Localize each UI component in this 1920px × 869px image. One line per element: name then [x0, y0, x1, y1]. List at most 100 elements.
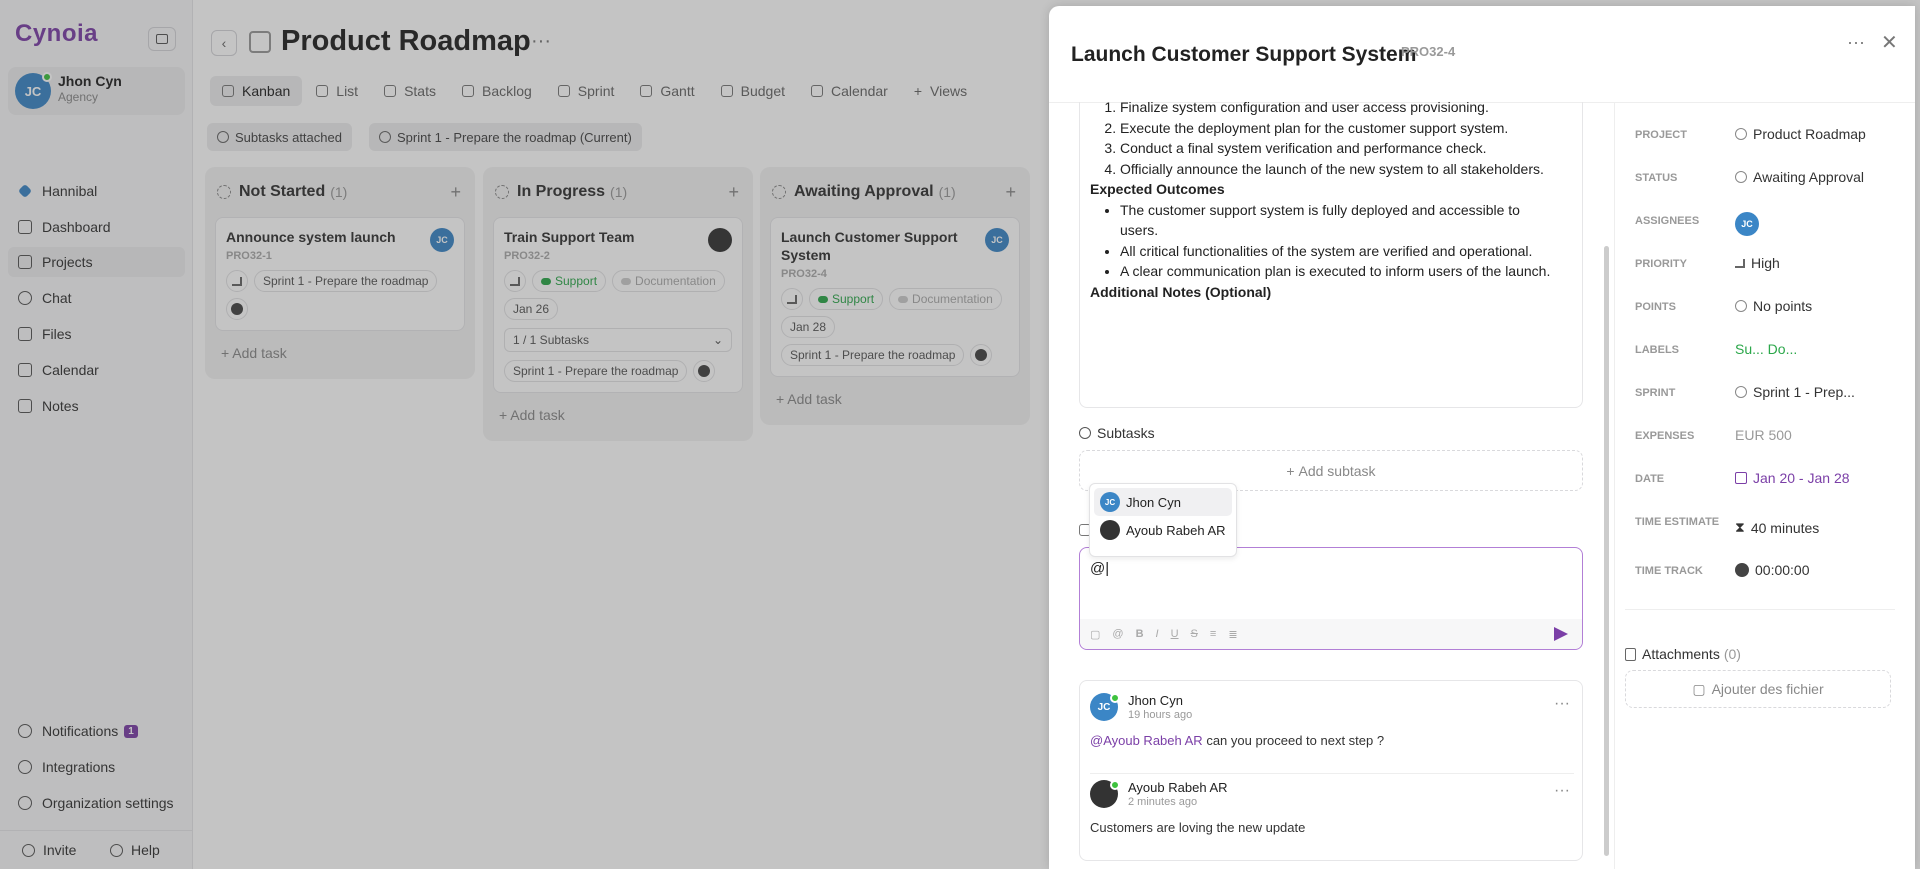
numbered-list-icon[interactable]: ≣	[1228, 628, 1237, 641]
property-value: Product Roadmap	[1735, 126, 1866, 142]
property-expenses[interactable]: EXPENSES EUR 500	[1635, 423, 1895, 453]
property-value: High	[1735, 255, 1780, 271]
divider	[1090, 773, 1574, 774]
property-key: ASSIGNEES	[1635, 215, 1700, 227]
mention-name: Jhon Cyn	[1126, 494, 1181, 510]
outcomes-list: The customer support system is fully dep…	[1090, 200, 1560, 282]
property-priority[interactable]: PRIORITY High	[1635, 251, 1895, 281]
scrollbar[interactable]	[1604, 246, 1609, 856]
comment: JC Jhon Cyn 19 hours ago ··· @Ayoub Rabe…	[1090, 693, 1570, 773]
property-sprint[interactable]: SPRINT Sprint 1 - Prep...	[1635, 380, 1895, 410]
value-text: High	[1751, 255, 1780, 271]
value-text: 40 minutes	[1750, 519, 1820, 536]
list-item: The customer support system is fully dep…	[1120, 200, 1560, 241]
italic-icon[interactable]: I	[1156, 628, 1159, 640]
more-icon[interactable]: ···	[1847, 32, 1865, 53]
property-value: EUR 500	[1735, 427, 1792, 443]
property-value: Jan 20 - Jan 28	[1735, 470, 1850, 486]
property-value: Awaiting Approval	[1735, 169, 1864, 185]
online-indicator	[1110, 693, 1120, 703]
list-item: Officially announce the launch of the ne…	[1120, 159, 1560, 180]
more-icon[interactable]: ···	[1554, 782, 1570, 800]
attach-icon[interactable]: ▢	[1090, 628, 1100, 641]
add-subtask-label: Add subtask	[1298, 462, 1376, 479]
comment: Ayoub Rabeh AR 2 minutes ago ··· Custome…	[1090, 780, 1570, 860]
more-icon[interactable]: ···	[1554, 695, 1570, 713]
add-file-button[interactable]: ▢ Ajouter des fichier	[1625, 670, 1891, 708]
comment-text: can you proceed to next step ?	[1202, 733, 1385, 748]
hourglass-icon: ⧗	[1735, 519, 1745, 535]
mention-name: Ayoub Rabeh AR	[1126, 522, 1226, 538]
comment-author: Jhon Cyn	[1128, 693, 1183, 708]
divider	[1625, 609, 1895, 610]
avatar: JC	[1735, 212, 1759, 236]
close-icon[interactable]: ✕	[1881, 30, 1898, 55]
section-heading: Additional Notes (Optional)	[1090, 283, 1272, 300]
value-text: Awaiting Approval	[1753, 169, 1865, 185]
comment-time: 19 hours ago	[1128, 709, 1193, 721]
comment-author: Ayoub Rabeh AR	[1128, 780, 1228, 795]
description-content: Finalize system configuration and user a…	[1090, 102, 1560, 302]
mention-link[interactable]: @Ayoub Rabeh AR	[1090, 733, 1203, 748]
divider	[1614, 102, 1615, 869]
sprint-icon	[1735, 386, 1747, 398]
mention-option[interactable]: Ayoub Rabeh AR	[1094, 516, 1232, 544]
priority-icon	[1735, 258, 1745, 268]
project-icon	[1735, 128, 1747, 140]
attachments-count: (0)	[1723, 646, 1741, 662]
attachments-heading: Attachments (0)	[1625, 646, 1741, 662]
property-time-track[interactable]: TIME TRACK 00:00:00	[1635, 558, 1895, 588]
property-value: Su... Do...	[1735, 341, 1797, 357]
property-labels[interactable]: LABELS Su... Do...	[1635, 337, 1895, 367]
property-time-estimate[interactable]: TIME ESTIMATE ⧗ 40 minutes	[1635, 509, 1895, 545]
mention-option[interactable]: JC Jhon Cyn	[1094, 488, 1232, 516]
comment-input[interactable]: @|	[1090, 560, 1109, 577]
property-key: POINTS	[1635, 301, 1676, 313]
task-detail-panel: Launch Customer Support System PRO32-4 ·…	[1049, 6, 1915, 869]
bullet-list-icon[interactable]: ≡	[1210, 628, 1216, 640]
mention-icon[interactable]: @	[1112, 628, 1123, 640]
file-plus-icon: ▢	[1692, 680, 1706, 697]
property-key: DATE	[1635, 473, 1665, 485]
points-icon	[1735, 300, 1747, 312]
property-project[interactable]: PROJECT Product Roadmap	[1635, 122, 1895, 152]
property-value: No points	[1735, 298, 1812, 314]
comment-editor[interactable]: @| ▢ @ B I U S ≡ ≣	[1079, 547, 1583, 650]
subtasks-heading: Subtasks	[1079, 425, 1155, 441]
underline-icon[interactable]: U	[1171, 628, 1179, 640]
description-editor[interactable]: Finalize system configuration and user a…	[1079, 102, 1583, 408]
property-date[interactable]: DATE Jan 20 - Jan 28	[1635, 466, 1895, 496]
list-item: Finalize system configuration and user a…	[1120, 102, 1560, 118]
attachments-label: Attachments	[1642, 646, 1720, 662]
bold-icon[interactable]: B	[1136, 628, 1144, 640]
add-file-label: Ajouter des fichier	[1711, 681, 1824, 697]
property-value: ⧗ 40 minutes	[1735, 519, 1819, 536]
property-status[interactable]: STATUS Awaiting Approval	[1635, 165, 1895, 195]
property-value: JC	[1735, 212, 1759, 236]
comment-thread: JC Jhon Cyn 19 hours ago ··· @Ayoub Rabe…	[1079, 680, 1583, 861]
mention-dropdown: JC Jhon Cyn Ayoub Rabeh AR	[1089, 483, 1237, 557]
online-indicator	[1110, 780, 1120, 790]
play-icon[interactable]	[1735, 563, 1749, 577]
value-text: Jan 20 - Jan 28	[1753, 470, 1850, 486]
send-icon[interactable]	[1554, 627, 1568, 641]
property-assignees[interactable]: ASSIGNEES JC	[1635, 208, 1895, 238]
value-text: Sprint 1 - Prep...	[1753, 384, 1855, 400]
strikethrough-icon[interactable]: S	[1191, 628, 1198, 640]
avatar: JC	[1100, 492, 1120, 512]
value-text: No points	[1753, 298, 1813, 314]
subtasks-label: Subtasks	[1097, 425, 1155, 441]
avatar	[1100, 520, 1120, 540]
editor-toolbar: ▢ @ B I U S ≡ ≣	[1080, 619, 1582, 649]
value-text: Su... Do...	[1735, 341, 1798, 357]
task-code: PRO32-4	[1401, 44, 1456, 59]
property-points[interactable]: POINTS No points	[1635, 294, 1895, 324]
file-icon	[1625, 647, 1636, 661]
comment-time: 2 minutes ago	[1128, 796, 1198, 808]
property-key: LABELS	[1635, 344, 1679, 356]
property-key: SPRINT	[1635, 387, 1676, 399]
steps-list: Finalize system configuration and user a…	[1090, 102, 1560, 179]
list-item: Execute the deployment plan for the cust…	[1120, 118, 1560, 139]
status-icon	[1735, 171, 1747, 183]
value-text: EUR 500	[1735, 427, 1792, 443]
